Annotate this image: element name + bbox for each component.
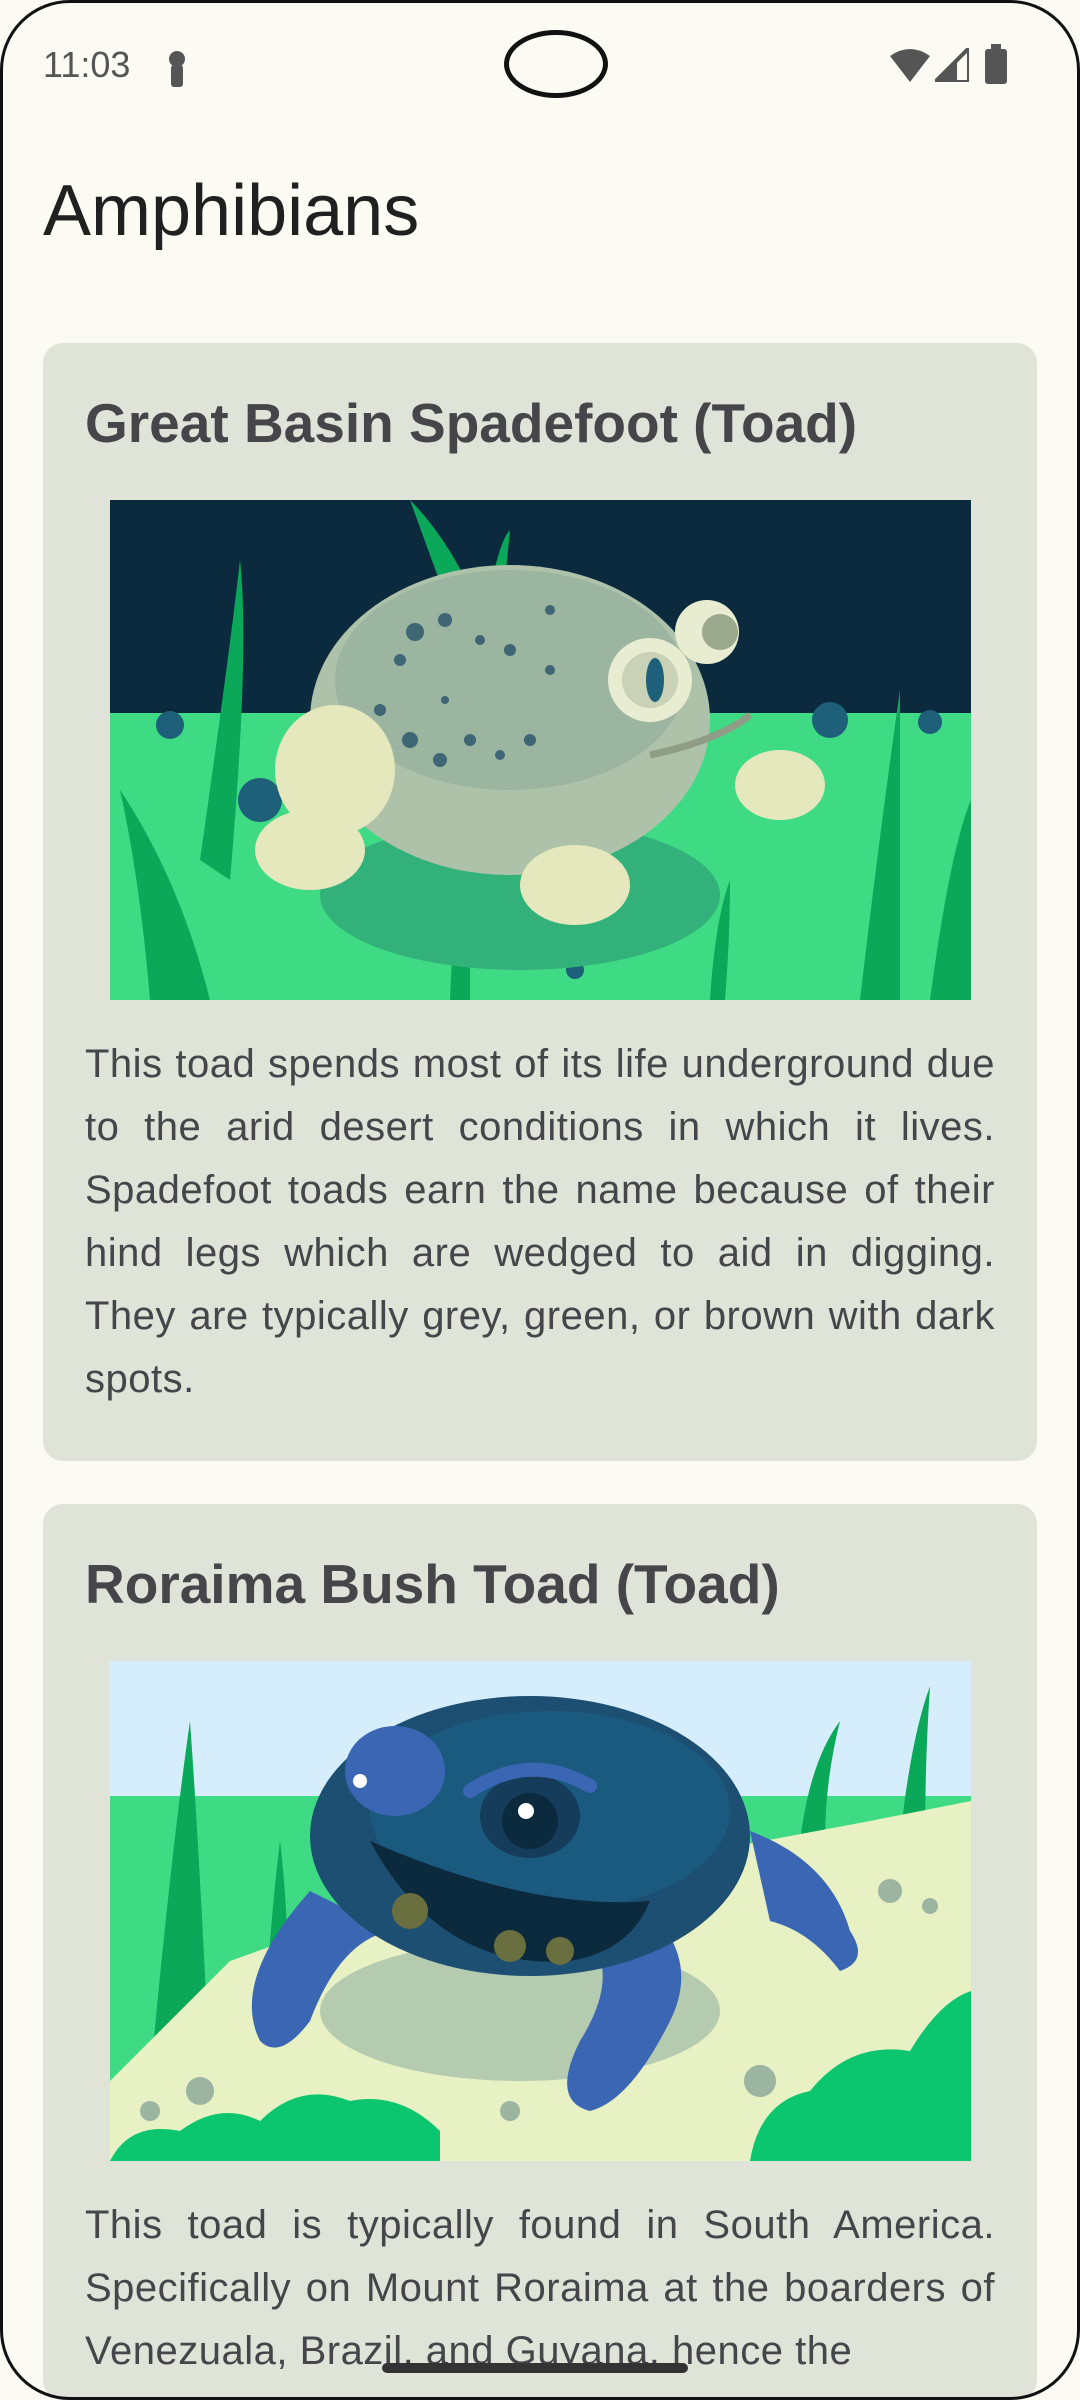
- signal-icon: [935, 48, 969, 82]
- roraima-bush-toad-image: [110, 1661, 971, 2161]
- notification-icon: [169, 51, 185, 87]
- spadefoot-toad-image: [110, 500, 971, 1000]
- card-title: Great Basin Spadefoot (Toad): [85, 392, 858, 454]
- home-indicator[interactable]: [382, 2363, 688, 2373]
- card-description: This toad is typically found in South Am…: [85, 2203, 995, 2373]
- amphibian-card[interactable]: Roraima Bush Toad (Toad) This toad is ty…: [43, 1504, 1037, 2400]
- camera-cutout: [504, 30, 608, 98]
- card-description: This toad spends most of its life underg…: [85, 1042, 995, 1401]
- amphibian-card[interactable]: Great Basin Spadefoot (Toad) This toad s…: [43, 343, 1037, 1461]
- wifi-icon: [890, 49, 930, 82]
- page-title: Amphibians: [43, 171, 420, 251]
- battery-icon: [985, 44, 1007, 84]
- status-bar: 11:03: [0, 0, 1080, 130]
- status-time: 11:03: [43, 44, 131, 85]
- card-title: Roraima Bush Toad (Toad): [85, 1553, 780, 1615]
